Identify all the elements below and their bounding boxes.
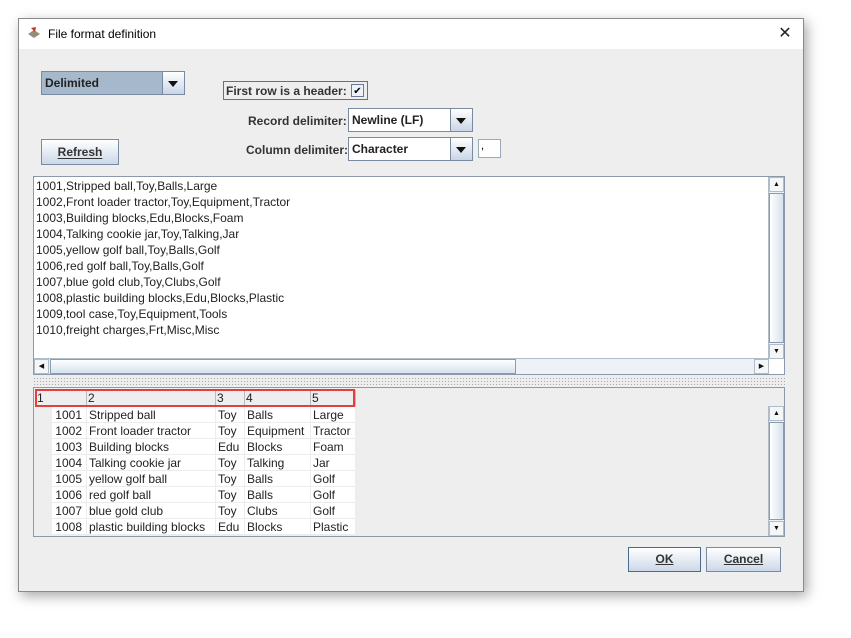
scroll-down-button[interactable]: ▼ xyxy=(769,344,784,359)
table-cell[interactable]: Front loader tractor xyxy=(87,423,216,439)
table-cell[interactable]: 1005 xyxy=(52,471,87,487)
table-cell[interactable]: Edu xyxy=(216,439,245,455)
scroll-down-button[interactable]: ▼ xyxy=(769,521,784,536)
header-checkbox-label: First row is a header: xyxy=(226,84,347,98)
header-checkbox-group: First row is a header: ✔ xyxy=(223,81,368,100)
refresh-button-label: Refresh xyxy=(57,145,103,159)
app-icon xyxy=(28,27,40,38)
close-button[interactable]: ✕ xyxy=(773,23,797,45)
split-pane-divider[interactable] xyxy=(33,377,785,385)
column-header[interactable]: 2 xyxy=(87,390,216,406)
table-cell[interactable]: Stripped ball xyxy=(87,407,216,423)
title-bar: File format definition ✕ xyxy=(19,19,803,49)
column-delimiter-char-input[interactable]: , xyxy=(478,139,501,158)
raw-line: 1002,Front loader tractor,Toy,Equipment,… xyxy=(36,195,291,209)
table-cell[interactable]: Toy xyxy=(216,455,245,471)
cancel-button[interactable]: Cancel xyxy=(706,547,781,572)
chevron-down-icon[interactable] xyxy=(450,138,472,160)
table-cell[interactable]: Blocks xyxy=(245,439,311,455)
table-cell[interactable]: Blocks xyxy=(245,519,311,535)
table-cell[interactable]: Clubs xyxy=(245,503,311,519)
format-type-combo[interactable]: Delimited xyxy=(41,71,185,95)
table-cell[interactable]: Talking cookie jar xyxy=(87,455,216,471)
raw-line: 1007,blue gold club,Toy,Clubs,Golf xyxy=(36,275,221,289)
vertical-scrollbar[interactable]: ▲ ▼ xyxy=(768,406,784,536)
scroll-up-button[interactable]: ▲ xyxy=(769,177,784,192)
table-cell[interactable]: Large xyxy=(311,407,356,423)
ok-label: OK xyxy=(655,552,674,566)
file-format-dialog: File format definition ✕ Delimited First… xyxy=(18,18,804,592)
table-cell[interactable]: 1002 xyxy=(52,423,87,439)
raw-line: 1010,freight charges,Frt,Misc,Misc xyxy=(36,323,220,337)
refresh-button[interactable]: Refresh xyxy=(41,139,119,165)
format-type-value: Delimited xyxy=(42,72,163,94)
scroll-thumb[interactable] xyxy=(50,359,516,374)
column-header[interactable]: 1 xyxy=(36,390,87,406)
table-cell[interactable]: Balls xyxy=(245,471,311,487)
raw-line: 1005,yellow golf ball,Toy,Balls,Golf xyxy=(36,243,220,257)
table-cell[interactable]: Foam xyxy=(311,439,356,455)
column-delimiter-combo[interactable]: Character xyxy=(348,137,473,161)
record-delimiter-combo[interactable]: Newline (LF) xyxy=(348,108,473,132)
table-cell[interactable]: yellow golf ball xyxy=(87,471,216,487)
table-cell[interactable]: red golf ball xyxy=(87,487,216,503)
horizontal-scrollbar[interactable]: ◀ ▶ xyxy=(34,358,769,374)
table-cell[interactable]: Equipment xyxy=(245,423,311,439)
table-cell[interactable]: Toy xyxy=(216,503,245,519)
table-cell[interactable]: Golf xyxy=(311,487,356,503)
table-cell[interactable]: Golf xyxy=(311,471,356,487)
column-header[interactable]: 5 xyxy=(311,390,356,406)
record-delimiter-label: Record delimiter: xyxy=(248,114,347,128)
table-cell[interactable]: Golf xyxy=(311,503,356,519)
raw-line: 1004,Talking cookie jar,Toy,Talking,Jar xyxy=(36,227,240,241)
chevron-down-icon[interactable] xyxy=(450,109,472,131)
column-delimiter-value: Character xyxy=(349,138,451,160)
table-cell[interactable]: Toy xyxy=(216,423,245,439)
preview-table[interactable]: 1 2 3 4 5 1001 Stripped ball Toy Balls Large 1002 F… xyxy=(33,387,785,537)
scroll-right-button[interactable]: ▶ xyxy=(754,359,769,374)
record-delimiter-value: Newline (LF) xyxy=(349,109,451,131)
table-cell[interactable]: Edu xyxy=(216,519,245,535)
table-cell[interactable]: 1006 xyxy=(52,487,87,503)
raw-line: 1009,tool case,Toy,Equipment,Tools xyxy=(36,307,228,321)
table-cell[interactable]: blue gold club xyxy=(87,503,216,519)
scroll-up-button[interactable]: ▲ xyxy=(769,406,784,421)
table-cell[interactable]: Building blocks xyxy=(87,439,216,455)
raw-line: 1003,Building blocks,Edu,Blocks,Foam xyxy=(36,211,244,225)
table-cell[interactable]: 1003 xyxy=(52,439,87,455)
raw-line: 1001,Stripped ball,Toy,Balls,Large xyxy=(36,179,218,193)
header-checkbox[interactable]: ✔ xyxy=(351,84,364,97)
table-cell[interactable]: Toy xyxy=(216,407,245,423)
table-cell[interactable]: Plastic xyxy=(311,519,356,535)
chevron-down-icon[interactable] xyxy=(162,72,184,94)
raw-line: 1008,plastic building blocks,Edu,Blocks,… xyxy=(36,291,285,305)
vertical-scrollbar[interactable]: ▲ ▼ xyxy=(768,177,784,359)
table-cell[interactable]: Jar xyxy=(311,455,356,471)
raw-data-textarea[interactable]: 1001,Stripped ball,Toy,Balls,Large 1002,F… xyxy=(33,176,785,375)
raw-line: 1006,red golf ball,Toy,Balls,Golf xyxy=(36,259,204,273)
scroll-thumb[interactable] xyxy=(769,193,784,343)
table-cell[interactable]: plastic building blocks xyxy=(87,519,216,535)
table-cell[interactable]: 1001 xyxy=(52,407,87,423)
scroll-left-button[interactable]: ◀ xyxy=(34,359,49,374)
table-cell[interactable]: Tractor xyxy=(311,423,356,439)
table-cell[interactable]: Balls xyxy=(245,407,311,423)
table-cell[interactable]: 1004 xyxy=(52,455,87,471)
column-delimiter-label: Column delimiter: xyxy=(246,143,349,157)
column-header[interactable]: 3 xyxy=(216,390,245,406)
table-cell[interactable]: Toy xyxy=(216,487,245,503)
table-cell[interactable]: Toy xyxy=(216,471,245,487)
column-header[interactable]: 4 xyxy=(245,390,311,406)
table-cell[interactable]: 1008 xyxy=(52,519,87,535)
ok-button[interactable]: OK xyxy=(628,547,701,572)
table-cell[interactable]: 1007 xyxy=(52,503,87,519)
table-cell[interactable]: Balls xyxy=(245,487,311,503)
scroll-thumb[interactable] xyxy=(769,422,784,520)
table-cell[interactable]: Talking xyxy=(245,455,311,471)
window-title: File format definition xyxy=(48,27,157,41)
cancel-label: Cancel xyxy=(723,552,764,566)
